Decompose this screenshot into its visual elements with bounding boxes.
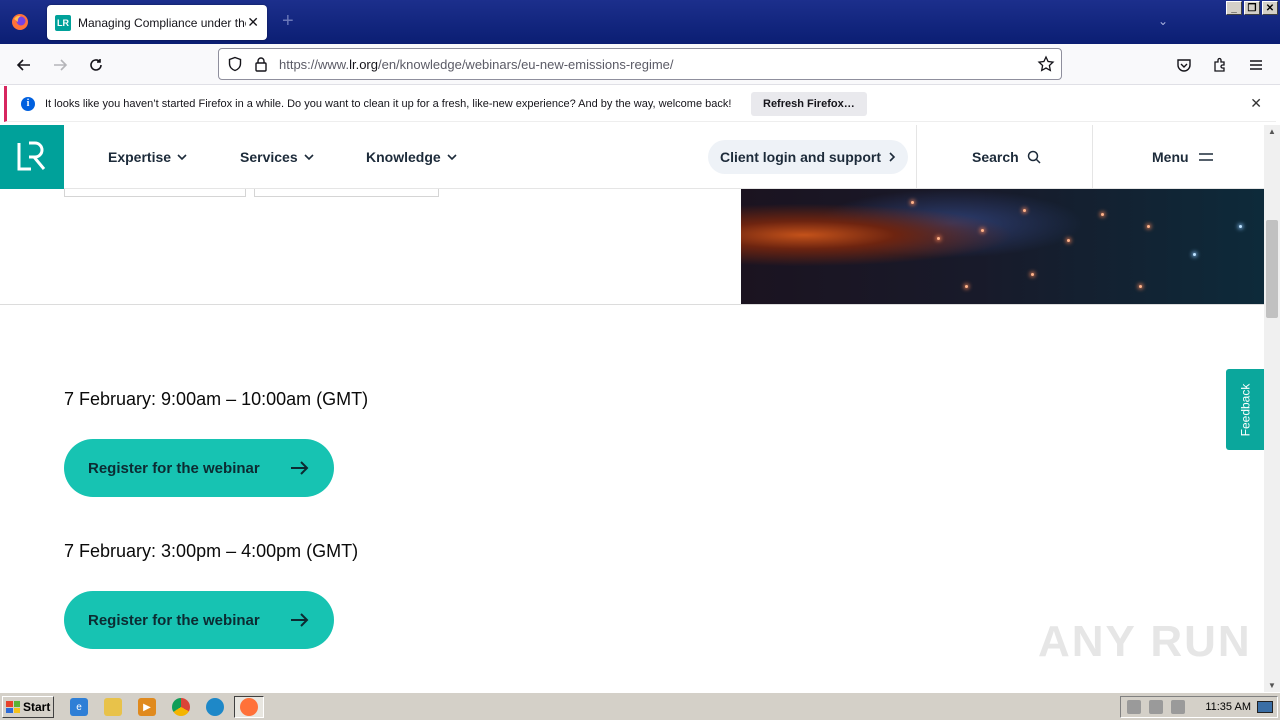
restore-icon[interactable]: ❐ <box>1244 1 1260 15</box>
minimize-icon[interactable]: _ <box>1226 1 1242 15</box>
session-time: 7 February: 9:00am – 10:00am (GMT) <box>64 389 369 409</box>
folder-icon[interactable] <box>104 698 122 716</box>
bookmark-star-icon[interactable] <box>1037 55 1055 78</box>
arrow-right-icon <box>290 460 310 476</box>
register-webinar-button[interactable]: Register for the webinar <box>64 439 334 497</box>
refresh-firefox-button[interactable]: Refresh Firefox… <box>751 92 867 116</box>
notification-message: It looks like you haven’t started Firefo… <box>45 97 732 110</box>
list-all-tabs-icon[interactable]: ⌄ <box>1158 14 1168 28</box>
menu-lines-icon <box>1198 153 1213 161</box>
edge-icon[interactable] <box>206 698 224 716</box>
reload-icon[interactable] <box>84 53 108 77</box>
forward-icon[interactable] <box>48 53 72 77</box>
chevron-down-icon <box>177 154 187 161</box>
hero-image <box>741 189 1264 304</box>
header-menu-button[interactable]: Menu <box>1152 149 1213 165</box>
header-divider <box>916 125 917 189</box>
tag-box[interactable] <box>64 189 246 197</box>
browser-tab-active[interactable]: LR Managing Compliance under the EU ✕ <box>47 5 267 40</box>
url-text[interactable]: https://www.lr.org/en/knowledge/webinars… <box>279 57 674 72</box>
firefox-icon[interactable] <box>6 8 34 36</box>
nav-knowledge[interactable]: Knowledge <box>366 149 457 165</box>
volume-icon[interactable] <box>1127 700 1141 714</box>
close-notification-icon[interactable]: ✕ <box>1250 95 1262 112</box>
window-controls: _ ❐ ✕ <box>1226 1 1278 15</box>
extensions-icon[interactable] <box>1208 53 1232 77</box>
search-icon <box>1027 150 1041 164</box>
windows-logo-icon <box>6 701 20 713</box>
header-search-button[interactable]: Search <box>972 149 1041 165</box>
tag-box[interactable] <box>254 189 439 197</box>
back-icon[interactable] <box>12 53 36 77</box>
hamburger-menu-icon[interactable] <box>1244 53 1268 77</box>
anyrun-watermark: ANY RUN <box>1038 617 1252 666</box>
window-close-icon[interactable]: ✕ <box>1262 1 1278 15</box>
chevron-right-icon <box>889 152 896 162</box>
info-icon: i <box>21 96 35 111</box>
section-divider <box>0 304 1264 305</box>
tab-title: Managing Compliance under the EU <box>78 15 246 30</box>
clock: 11:35 AM <box>1205 701 1251 713</box>
scroll-down-icon[interactable]: ▼ <box>1268 681 1276 690</box>
chrome-icon[interactable] <box>172 698 190 716</box>
close-tab-icon[interactable]: ✕ <box>247 14 259 31</box>
chevron-down-icon <box>447 154 457 161</box>
browser-tabstrip: LR Managing Compliance under the EU ✕ + … <box>0 0 1280 44</box>
firefox-refresh-notification: i It looks like you haven’t started Fire… <box>4 86 1276 122</box>
browser-toolbar: https://www.lr.org/en/knowledge/webinars… <box>0 44 1280 85</box>
system-tray: 11:35 AM <box>1120 696 1278 718</box>
media-player-icon[interactable]: ▶ <box>138 698 156 716</box>
lr-favicon: LR <box>55 14 71 31</box>
header-divider <box>1092 125 1093 189</box>
network-icon[interactable] <box>1149 700 1163 714</box>
arrow-right-icon <box>290 612 310 628</box>
start-button[interactable]: Start <box>2 696 54 718</box>
pocket-icon[interactable] <box>1172 53 1196 77</box>
page-scrollbar[interactable]: ▲ ▼ <box>1264 125 1280 692</box>
show-desktop-icon[interactable] <box>1257 701 1273 713</box>
scrollbar-thumb[interactable] <box>1266 220 1278 318</box>
tracking-protection-shield-icon[interactable] <box>227 56 243 77</box>
new-tab-icon[interactable]: + <box>282 11 294 31</box>
taskbar: Start e ▶ 11:35 AM <box>0 692 1280 720</box>
chevron-down-icon <box>304 154 314 161</box>
internet-explorer-icon[interactable]: e <box>70 698 88 716</box>
action-center-flag-icon[interactable] <box>1171 700 1185 714</box>
lr-logo[interactable] <box>0 125 64 189</box>
client-login-button[interactable]: Client login and support <box>708 140 908 174</box>
site-header: Expertise Services Knowledge Client logi… <box>0 125 1264 189</box>
scroll-up-icon[interactable]: ▲ <box>1268 127 1276 136</box>
register-webinar-button[interactable]: Register for the webinar <box>64 591 334 649</box>
nav-expertise[interactable]: Expertise <box>108 149 187 165</box>
lock-icon[interactable] <box>254 56 268 77</box>
firefox-taskbar-icon[interactable] <box>240 698 258 716</box>
feedback-tab[interactable]: Feedback <box>1226 369 1264 450</box>
web-page: Expertise Services Knowledge Client logi… <box>0 125 1264 692</box>
address-bar[interactable]: https://www.lr.org/en/knowledge/webinars… <box>218 48 1062 80</box>
session-time: 7 February: 3:00pm – 4:00pm (GMT) <box>64 541 359 561</box>
nav-services[interactable]: Services <box>240 149 314 165</box>
